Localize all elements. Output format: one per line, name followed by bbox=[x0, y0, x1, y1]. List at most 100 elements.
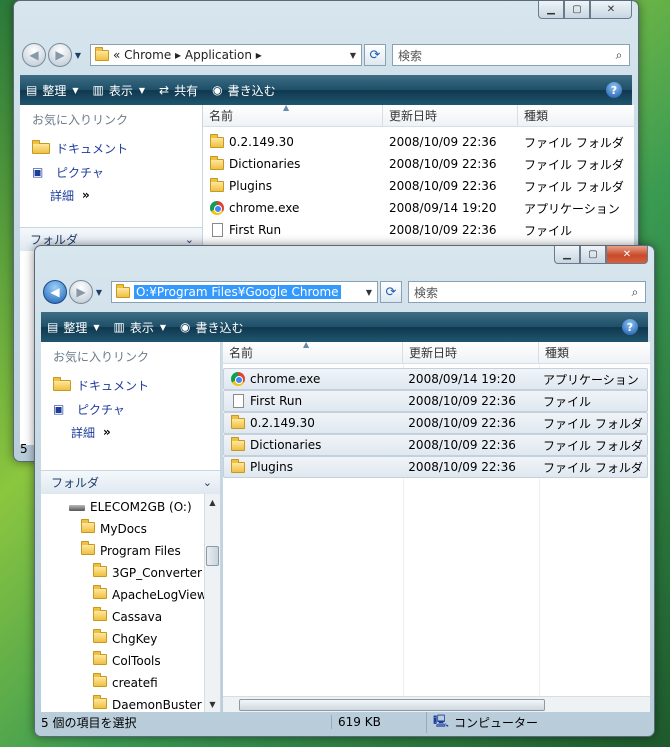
share-button[interactable]: ⇄ 共有 bbox=[159, 82, 198, 99]
navigation-pane: お気に入りリンク ドキュメント ▣ ピクチャ 詳細 » フォルダ ⌄ ELECOM2G… bbox=[41, 342, 221, 712]
table-row[interactable]: chrome.exe 2008/09/14 19:20 アプリケーション bbox=[203, 197, 634, 219]
tree-item[interactable]: createfi bbox=[93, 672, 158, 694]
views-menu[interactable]: ▥ 表示 ▼ bbox=[114, 319, 167, 336]
column-header-label: 名前 bbox=[229, 346, 254, 360]
favorite-links-title: お気に入りリンク bbox=[53, 350, 150, 364]
tree-item[interactable]: ColTools bbox=[93, 650, 161, 672]
organize-menu[interactable]: ▤ 整理 ▼ bbox=[47, 319, 100, 336]
back-button[interactable]: ◀ bbox=[22, 43, 46, 67]
icon-slot bbox=[209, 155, 225, 170]
views-label: 表示 bbox=[129, 320, 154, 335]
minimize-button[interactable]: ▁ bbox=[538, 1, 564, 19]
tree-item[interactable]: 3GP_Converter bbox=[93, 562, 202, 584]
cell-modified: 2008/10/09 22:36 bbox=[389, 135, 497, 149]
help-button[interactable]: ? bbox=[622, 319, 638, 335]
tree-item[interactable]: Program Files bbox=[81, 540, 181, 562]
column-header-modified[interactable]: 更新日時 bbox=[383, 105, 518, 126]
icon-slot bbox=[230, 394, 246, 408]
tree-item[interactable]: MyDocs bbox=[81, 518, 147, 540]
maximize-button[interactable]: ▢ bbox=[564, 1, 590, 19]
favorite-link-documents[interactable]: ドキュメント bbox=[41, 373, 220, 397]
column-header-modified[interactable]: 更新日時 bbox=[403, 342, 539, 363]
table-row[interactable]: First Run 2008/10/09 22:36 ファイル bbox=[203, 219, 634, 241]
sort-arrow-icon: ▲ bbox=[283, 105, 290, 112]
minimize-button[interactable]: ▁ bbox=[554, 246, 580, 264]
forward-button[interactable]: ▶ bbox=[48, 43, 72, 67]
documents-icon bbox=[53, 376, 71, 391]
tree-item[interactable]: DaemonBuster bbox=[93, 694, 202, 712]
burn-button[interactable]: ◉ 書き込む bbox=[180, 319, 244, 336]
share-label: 共有 bbox=[174, 83, 199, 98]
horizontal-scrollbar[interactable] bbox=[223, 696, 650, 712]
more-links[interactable]: 詳細 » bbox=[41, 421, 220, 443]
column-header-name[interactable]: ▲ 名前 bbox=[203, 105, 383, 126]
scroll-thumb[interactable] bbox=[206, 546, 219, 566]
recent-pages-dropdown[interactable]: ▼ bbox=[93, 288, 105, 297]
cell-name: 0.2.149.30 bbox=[224, 414, 402, 430]
refresh-button[interactable]: ⟳ bbox=[380, 281, 402, 303]
folder-tree-scrollbar[interactable]: ▲ ▼ bbox=[204, 494, 220, 712]
folders-bar[interactable]: フォルダ ⌄ bbox=[41, 470, 220, 494]
column-header-label: 種類 bbox=[545, 346, 570, 360]
table-row[interactable]: Dictionaries 2008/10/09 22:36 ファイル フォルダ bbox=[223, 434, 648, 456]
address-path: « Chrome ▸ Application ▸ bbox=[113, 48, 262, 62]
table-row[interactable]: chrome.exe 2008/09/14 19:20 アプリケーション bbox=[223, 368, 648, 390]
status-selection: 5 個の項目を選択 bbox=[41, 715, 137, 730]
scroll-thumb[interactable] bbox=[239, 699, 545, 711]
command-bar: ▤ 整理 ▼ ▥ 表示 ▼ ◉ 書き込む ? bbox=[41, 312, 648, 342]
scroll-down-icon[interactable]: ▼ bbox=[205, 696, 220, 712]
status-location-label: コンピューター bbox=[454, 715, 539, 730]
folder-icon bbox=[210, 177, 224, 192]
table-row[interactable]: 0.2.149.30 2008/10/09 22:36 ファイル フォルダ bbox=[223, 412, 648, 434]
search-box[interactable]: 検索 ⌕ bbox=[408, 281, 646, 303]
search-icon[interactable]: ⌕ bbox=[609, 48, 629, 63]
burn-button[interactable]: ◉ 書き込む bbox=[212, 82, 276, 99]
maximize-button[interactable]: ▢ bbox=[580, 246, 606, 264]
column-header-label: 更新日時 bbox=[409, 346, 458, 360]
tree-item[interactable]: ApacheLogViewer bbox=[93, 584, 204, 606]
file-name: Dictionaries bbox=[229, 157, 301, 171]
column-header-name[interactable]: ▲ 名前 bbox=[223, 342, 403, 363]
explorer-window-front: ▁ ▢ ✕ ◀ ▶ ▼ O:¥Program Files¥Google Chro… bbox=[34, 245, 655, 737]
favorite-link-pictures[interactable]: ▣ ピクチャ bbox=[41, 397, 220, 421]
table-row[interactable]: First Run 2008/10/09 22:36 ファイル bbox=[223, 390, 648, 412]
help-button[interactable]: ? bbox=[606, 82, 622, 98]
table-row[interactable]: Plugins 2008/10/09 22:36 ファイル フォルダ bbox=[203, 175, 634, 197]
favorite-link-label: ドキュメント bbox=[56, 141, 129, 156]
recent-pages-dropdown[interactable]: ▼ bbox=[72, 51, 84, 60]
file-name: 0.2.149.30 bbox=[250, 416, 315, 430]
refresh-button[interactable]: ⟳ bbox=[364, 44, 386, 66]
organize-menu[interactable]: ▤ 整理 ▼ bbox=[26, 82, 79, 99]
folder-icon bbox=[93, 607, 107, 621]
table-row[interactable]: Plugins 2008/10/09 22:36 ファイル フォルダ bbox=[223, 456, 648, 478]
tree-item[interactable]: ELECOM2GB (O:) bbox=[69, 496, 192, 518]
address-bar[interactable]: O:¥Program Files¥Google Chrome ▼ bbox=[111, 281, 378, 303]
tree-item[interactable]: Cassava bbox=[93, 606, 162, 628]
more-links[interactable]: 詳細 » bbox=[20, 184, 202, 206]
back-button[interactable]: ◀ bbox=[43, 280, 67, 304]
table-row[interactable]: Dictionaries 2008/10/09 22:36 ファイル フォルダ bbox=[203, 153, 634, 175]
column-header-type[interactable]: 種類 bbox=[539, 342, 650, 363]
icon-slot bbox=[230, 414, 246, 429]
search-box[interactable]: 検索 ⌕ bbox=[392, 44, 630, 66]
favorite-link-pictures[interactable]: ▣ ピクチャ bbox=[20, 160, 202, 184]
address-dropdown[interactable]: ▼ bbox=[345, 51, 361, 60]
address-dropdown[interactable]: ▼ bbox=[361, 288, 377, 297]
forward-button[interactable]: ▶ bbox=[69, 280, 93, 304]
file-name: First Run bbox=[229, 223, 282, 237]
address-bar[interactable]: « Chrome ▸ Application ▸ ▼ bbox=[90, 44, 362, 66]
close-button[interactable]: ✕ bbox=[606, 246, 648, 264]
table-row[interactable]: 0.2.149.30 2008/10/09 22:36 ファイル フォルダ bbox=[203, 131, 634, 153]
favorite-link-documents[interactable]: ドキュメント bbox=[20, 136, 202, 160]
column-header-type[interactable]: 種類 bbox=[518, 105, 634, 126]
address-path[interactable]: O:¥Program Files¥Google Chrome bbox=[134, 285, 361, 299]
chevron-down-icon: ▼ bbox=[72, 85, 79, 95]
cell-name: chrome.exe bbox=[224, 372, 402, 386]
scroll-up-icon[interactable]: ▲ bbox=[205, 494, 220, 510]
column-headers: ▲ 名前 更新日時 種類 bbox=[223, 342, 650, 364]
close-button[interactable]: ✕ bbox=[590, 1, 632, 19]
views-menu[interactable]: ▥ 表示 ▼ bbox=[93, 82, 146, 99]
tree-item[interactable]: ChgKey bbox=[93, 628, 157, 650]
favorite-link-label: ピクチャ bbox=[56, 165, 104, 180]
search-icon[interactable]: ⌕ bbox=[625, 285, 645, 300]
